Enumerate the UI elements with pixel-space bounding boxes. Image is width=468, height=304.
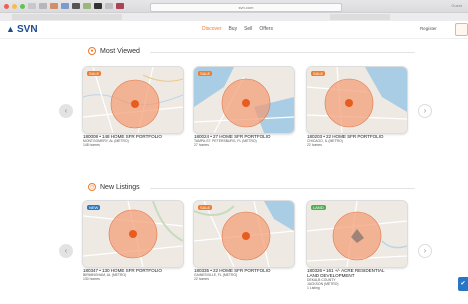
bookmark-icon[interactable] [94,3,102,9]
clock-icon: ◷ [88,183,96,191]
listing-badge: SALE [87,71,102,76]
section-title: New Listings [100,183,140,191]
browser-chrome: svn.com Guest [0,0,468,22]
listing-badge: NEW [87,205,101,210]
listing-caption: 180326 • 161 +/- ACRE RESIDENTIAL LAND D… [307,268,417,291]
register-link[interactable]: Register [420,26,437,31]
listing-card-map[interactable]: NEW [82,200,184,268]
browser-tab[interactable] [12,14,122,20]
map-thumbnail [194,67,294,133]
close-dot[interactable] [4,4,9,9]
window-controls [4,4,25,9]
listing-caption: 180008 • 148 HOME SFR PORTFOLIO MONTGOME… [83,134,193,147]
map-thumbnail [194,201,294,267]
section-title: Most Viewed [100,47,140,55]
nav-item-buy[interactable]: Buy [228,26,237,32]
listing-badge: SALE [198,71,213,76]
browser-window: svn.com Guest ▲ SVN Discover Buy Sell Of… [0,0,468,304]
listing-card-map[interactable]: SALE [193,66,295,134]
listing-caption: 180024 • 27 HOME SFR PORTFOLIO TAMPA-ST.… [194,134,304,147]
bookmark-icon[interactable] [83,3,91,9]
svn-logo[interactable]: ▲ SVN [6,24,38,35]
listing-count: 130 homes [83,277,100,282]
map-thumbnail [307,201,407,267]
chat-button[interactable]: ✔ [458,277,468,291]
tab-bar [0,12,468,21]
section-header-new-listings: ◷ New Listings [88,183,140,191]
listing-caption: 180347 • 130 HOME SFR PORTFOLIO BIRMINGH… [83,268,193,281]
browser-tab[interactable] [330,14,390,20]
minimize-dot[interactable] [12,4,17,9]
listing-caption: 180203 • 22 HOME SFR PORTFOLIO CHICAGO, … [307,134,417,147]
listing-count: 22 homes [194,277,209,282]
profile-label[interactable]: Guest [451,3,462,8]
listing-caption: 180335 • 22 HOME SFR PORTFOLIO GAINESVIL… [194,268,304,281]
listing-card-map[interactable]: SALE [193,200,295,268]
map-thumbnail [83,201,183,267]
listing-count: 1 Listing [307,286,320,291]
carousel-prev-button[interactable]: ‹ [59,104,73,118]
listing-count: 22 homes [307,143,322,148]
bookmark-icon[interactable] [50,3,58,9]
section-divider [150,52,415,53]
bookmark-icon[interactable] [116,3,124,9]
carousel-next-button[interactable]: › [418,244,432,258]
section-divider [150,188,415,189]
listing-card-map[interactable]: SALE [82,66,184,134]
nav-item-sell[interactable]: Sell [244,26,252,32]
listing-badge: SALE [198,205,213,210]
section-header-most-viewed: ● Most Viewed [88,47,140,55]
bookmark-icon[interactable] [72,3,80,9]
main-nav: Discover Buy Sell Offers [202,26,273,32]
map-thumbnail [307,67,407,133]
listing-card-map[interactable]: SALE [306,66,408,134]
logo-icon: ▲ [6,24,15,34]
bookmark-icon[interactable] [61,3,69,9]
menu-button[interactable] [455,23,468,36]
listing-badge: LAND [311,205,326,210]
zoom-dot[interactable] [20,4,25,9]
logo-text: SVN [17,24,38,35]
listing-count: 148 homes [83,143,100,148]
nav-item-discover[interactable]: Discover [202,26,221,32]
listing-badge: SALE [311,71,326,76]
bookmark-icon[interactable] [105,3,113,9]
nav-item-offers[interactable]: Offers [259,26,273,32]
listing-card-map[interactable]: LAND [306,200,408,268]
bookmark-icon[interactable] [39,3,47,9]
bookmark-icon[interactable] [28,3,36,9]
eye-icon: ● [88,47,96,55]
carousel-next-button[interactable]: › [418,104,432,118]
carousel-prev-button[interactable]: ‹ [59,244,73,258]
listing-count: 27 homes [194,143,209,148]
site-header: ▲ SVN Discover Buy Sell Offers Register [0,21,468,39]
map-thumbnail [83,67,183,133]
address-bar[interactable]: svn.com [150,3,342,12]
